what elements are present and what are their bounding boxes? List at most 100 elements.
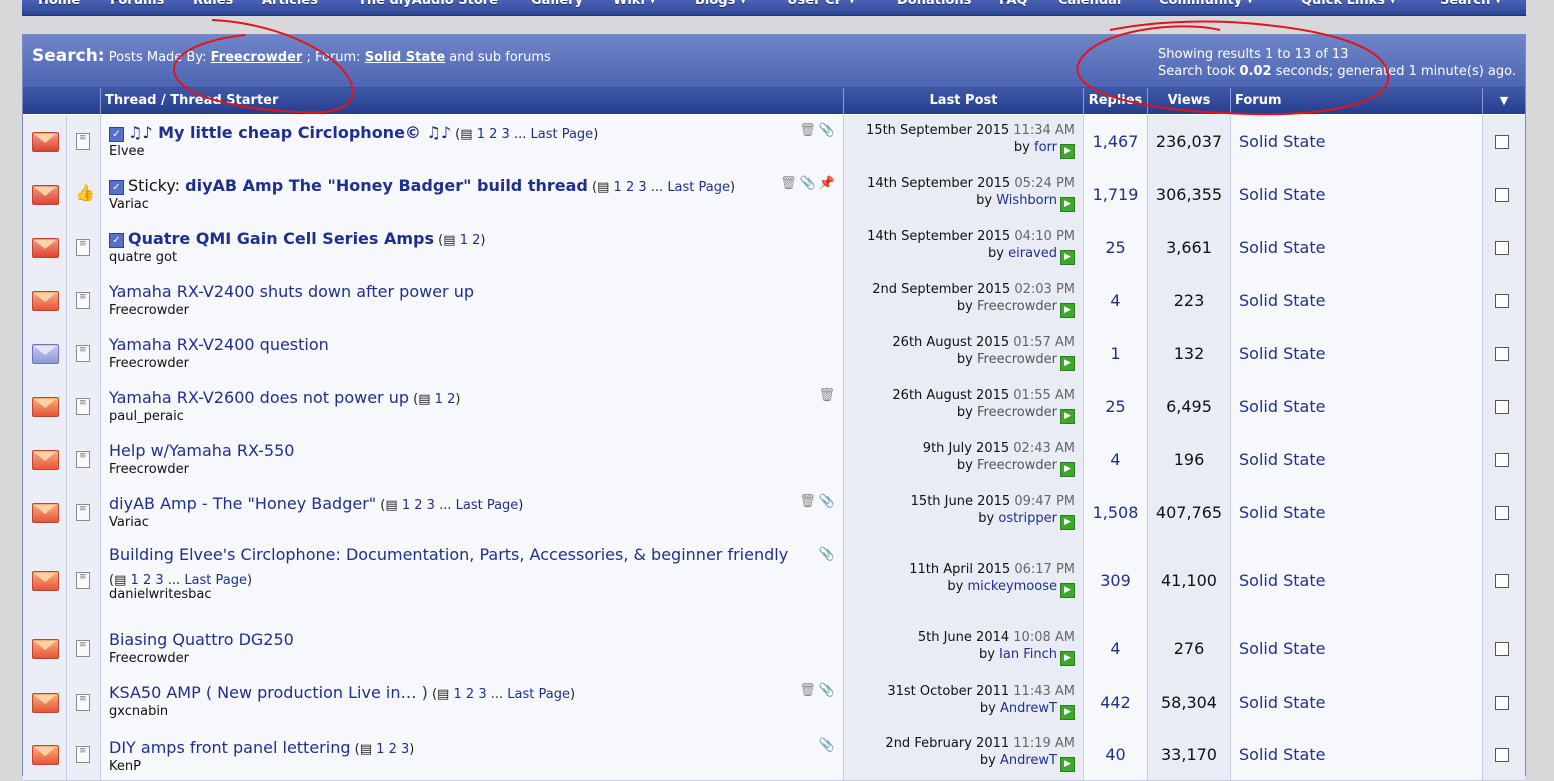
- thread-starter[interactable]: gxcnabin: [109, 704, 168, 719]
- forum-link[interactable]: Solid State: [1239, 132, 1325, 151]
- select-checkbox[interactable]: [1495, 400, 1509, 414]
- page-link[interactable]: 1: [477, 127, 485, 142]
- replies-count[interactable]: 1: [1084, 344, 1147, 363]
- thread-starter[interactable]: Freecrowder: [109, 356, 189, 371]
- thread-starter[interactable]: Variac: [109, 197, 149, 212]
- go-to-last-post-icon[interactable]: ▶: [1060, 409, 1075, 424]
- replies-count[interactable]: 4: [1084, 639, 1147, 658]
- nav-item-14[interactable]: Search ▾: [1440, 0, 1501, 8]
- forum-link[interactable]: Solid State: [1239, 745, 1325, 764]
- select-checkbox[interactable]: [1495, 294, 1509, 308]
- last-post-user-link[interactable]: forr: [1034, 140, 1057, 155]
- last-post-user-link[interactable]: Freecrowder: [977, 458, 1057, 473]
- last-page-link[interactable]: Last Page: [667, 180, 730, 195]
- page-link[interactable]: 2: [414, 498, 422, 513]
- page-link[interactable]: 3: [638, 180, 646, 195]
- select-checkbox[interactable]: [1495, 188, 1509, 202]
- thread-starter[interactable]: Variac: [109, 515, 149, 530]
- forum-link[interactable]: Solid State: [1239, 639, 1325, 658]
- thread-starter[interactable]: KenP: [109, 759, 141, 774]
- nav-item-6[interactable]: Wiki ▾: [613, 0, 656, 8]
- last-post-user-link[interactable]: Freecrowder: [977, 299, 1057, 314]
- search-user-link[interactable]: Freecrowder: [211, 50, 303, 65]
- page-link[interactable]: 3: [401, 742, 409, 757]
- go-to-last-post-icon[interactable]: ▶: [1060, 250, 1075, 265]
- forum-link[interactable]: Solid State: [1239, 450, 1325, 469]
- nav-item-12[interactable]: Community ▾: [1159, 0, 1253, 8]
- replies-count[interactable]: 40: [1084, 745, 1147, 764]
- header-last-post[interactable]: Last Post: [844, 88, 1084, 114]
- go-to-last-post-icon[interactable]: ▶: [1060, 144, 1075, 159]
- page-link[interactable]: 1: [460, 233, 468, 248]
- thread-title-link[interactable]: Help w/Yamaha RX-550: [109, 441, 294, 460]
- forum-link[interactable]: Solid State: [1239, 693, 1325, 712]
- page-link[interactable]: 2: [447, 392, 455, 407]
- thread-starter[interactable]: Elvee: [109, 144, 145, 159]
- last-post-user-link[interactable]: Freecrowder: [977, 352, 1057, 367]
- select-checkbox[interactable]: [1495, 453, 1509, 467]
- page-link[interactable]: 2: [389, 742, 397, 757]
- thread-title-link[interactable]: Building Elvee's Circlophone: Documentat…: [109, 545, 788, 564]
- nav-item-10[interactable]: FAQ: [999, 0, 1028, 8]
- thread-title-link[interactable]: Yamaha RX-V2600 does not power up: [109, 388, 409, 407]
- thread-title-link[interactable]: DIY amps front panel lettering: [109, 738, 351, 757]
- page-link[interactable]: 2: [626, 180, 634, 195]
- page-link[interactable]: 1: [453, 687, 461, 702]
- thread-starter[interactable]: paul_peraic: [109, 409, 184, 424]
- replies-count[interactable]: 442: [1084, 693, 1147, 712]
- thread-title-link[interactable]: Quatre QMI Gain Cell Series Amps: [128, 229, 434, 248]
- replies-count[interactable]: 25: [1084, 238, 1147, 257]
- page-link[interactable]: 1: [376, 742, 384, 757]
- nav-item-0[interactable]: Home: [38, 0, 80, 8]
- forum-link[interactable]: Solid State: [1239, 238, 1325, 257]
- thread-title-link[interactable]: KSA50 AMP ( New production Live in… ): [109, 683, 428, 702]
- header-forum[interactable]: Forum: [1231, 88, 1483, 114]
- header-replies[interactable]: Replies: [1084, 88, 1148, 114]
- thread-starter[interactable]: quatre got: [109, 250, 177, 265]
- go-to-last-post-icon[interactable]: ▶: [1060, 705, 1075, 720]
- page-link[interactable]: 1: [131, 573, 139, 588]
- page-link[interactable]: 1: [614, 180, 622, 195]
- page-link[interactable]: 3: [502, 127, 510, 142]
- last-post-user-link[interactable]: AndrewT: [1000, 701, 1057, 716]
- forum-link[interactable]: Solid State: [1239, 291, 1325, 310]
- page-link[interactable]: 1: [402, 498, 410, 513]
- go-to-last-post-icon[interactable]: ▶: [1060, 651, 1075, 666]
- thread-starter[interactable]: Freecrowder: [109, 462, 189, 477]
- go-to-last-post-icon[interactable]: ▶: [1060, 197, 1075, 212]
- nav-item-5[interactable]: Gallery: [531, 0, 583, 8]
- select-checkbox[interactable]: [1495, 696, 1509, 710]
- nav-item-8[interactable]: User CP ▾: [787, 0, 855, 8]
- nav-item-9[interactable]: Donations: [897, 0, 971, 8]
- chevron-down-icon[interactable]: ▼: [1483, 88, 1525, 114]
- page-link[interactable]: 2: [466, 687, 474, 702]
- go-to-last-post-icon[interactable]: ▶: [1060, 515, 1075, 530]
- nav-item-4[interactable]: The diyAudio Store: [358, 0, 498, 8]
- replies-count[interactable]: 1,719: [1084, 185, 1147, 204]
- replies-count[interactable]: 4: [1084, 291, 1147, 310]
- page-link[interactable]: 2: [472, 233, 480, 248]
- last-post-user-link[interactable]: Wishborn: [996, 193, 1057, 208]
- last-page-link[interactable]: Last Page: [531, 127, 594, 142]
- last-post-user-link[interactable]: mickeymoose: [967, 579, 1057, 594]
- thread-title-link[interactable]: ♫♪ My little cheap Circlophone© ♫♪: [128, 123, 451, 142]
- page-link[interactable]: 2: [143, 573, 151, 588]
- nav-item-11[interactable]: Calendar: [1058, 0, 1123, 8]
- page-link[interactable]: 1: [435, 392, 443, 407]
- thread-title-link[interactable]: Yamaha RX-V2400 shuts down after power u…: [109, 282, 474, 301]
- nav-item-13[interactable]: Quick Links ▾: [1301, 0, 1396, 8]
- forum-link[interactable]: Solid State: [1239, 185, 1325, 204]
- forum-link[interactable]: Solid State: [1239, 503, 1325, 522]
- select-checkbox[interactable]: [1495, 748, 1509, 762]
- page-link[interactable]: 3: [478, 687, 486, 702]
- select-checkbox[interactable]: [1495, 241, 1509, 255]
- nav-item-1[interactable]: Forums: [110, 0, 164, 8]
- search-forum-link[interactable]: Solid State: [365, 50, 445, 65]
- replies-count[interactable]: 4: [1084, 450, 1147, 469]
- forum-link[interactable]: Solid State: [1239, 571, 1325, 590]
- go-to-last-post-icon[interactable]: ▶: [1060, 757, 1075, 772]
- thread-title-link[interactable]: diyAB Amp - The "Honey Badger": [109, 494, 376, 513]
- select-checkbox[interactable]: [1495, 347, 1509, 361]
- replies-count[interactable]: 1,467: [1084, 132, 1147, 151]
- header-thread[interactable]: Thread / Thread Starter: [101, 88, 844, 114]
